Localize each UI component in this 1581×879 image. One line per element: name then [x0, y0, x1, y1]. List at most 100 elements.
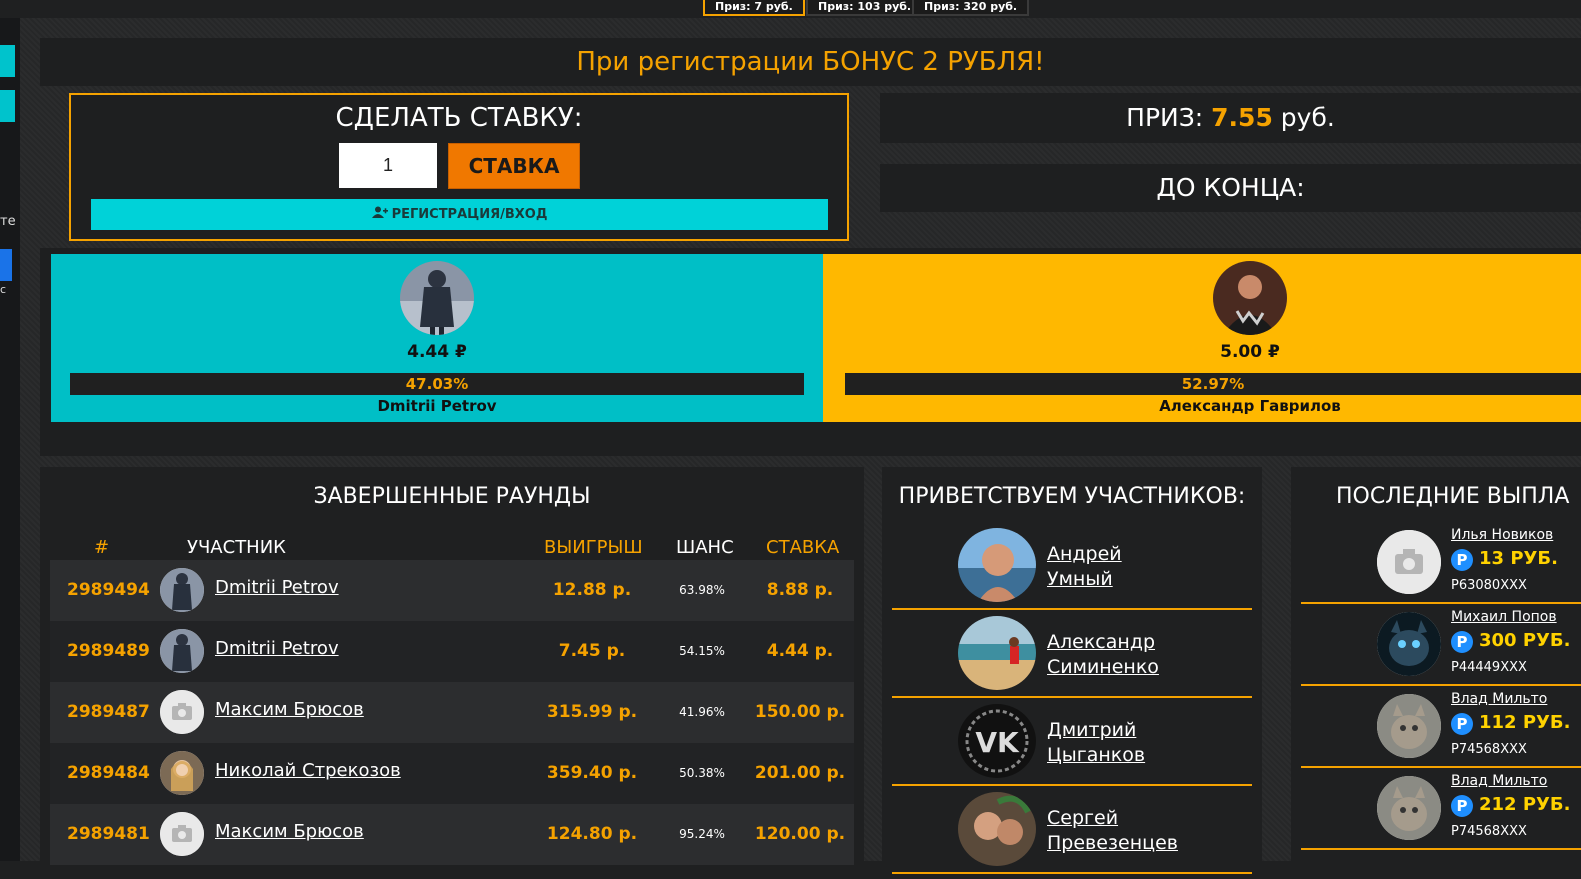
round-win: 12.88 р. — [552, 580, 632, 600]
round-chance: 50.38% — [679, 766, 725, 780]
table-row: 2989494 Dmitrii Petrov 12.88 р. 63.98% 8… — [50, 560, 854, 621]
prize-chip-1[interactable]: Приз: 7 руб. — [703, 0, 805, 16]
col-header-win: ВЫИГРЫШ — [544, 537, 643, 558]
list-item: Михаил Попов P 300 РУБ. P44449XXX — [1301, 604, 1581, 686]
bet-panel: СДЕЛАТЬ СТАВКУ: СТАВКА РЕГИСТРАЦИЯ/ВХОД — [69, 93, 849, 241]
table-row: 2989481 Максим Брюсов 124.80 р. 95.24% 1… — [50, 804, 854, 865]
prize-display: ПРИЗ: 7.55 руб. — [880, 93, 1581, 143]
payout-amount: 13 РУБ. — [1479, 548, 1558, 569]
round-id[interactable]: 2989494 — [67, 580, 150, 600]
payout-amount: 112 РУБ. — [1479, 712, 1571, 733]
completed-rounds-title: ЗАВЕРШЕННЫЕ РАУНДЫ — [313, 484, 591, 509]
round-win: 7.45 р. — [558, 641, 626, 661]
top-prize-strip: Приз: 7 руб. Приз: 103 руб. Приз: 320 ру… — [0, 0, 1581, 18]
participant-avatar — [160, 568, 204, 612]
round-win: 124.80 р. — [546, 824, 638, 844]
round-id[interactable]: 2989481 — [67, 824, 150, 844]
prize-amount: 7.55 — [1211, 103, 1273, 132]
payout-user-link[interactable]: Влад Мильто — [1451, 691, 1547, 707]
participant-name-link[interactable]: Максим Брюсов — [215, 699, 364, 720]
round-id[interactable]: 2989489 — [67, 641, 150, 661]
participant-name-link[interactable]: Сергей Превезенцев — [1047, 806, 1178, 856]
sidebar-blue-button[interactable] — [0, 249, 12, 281]
participant-name-link[interactable]: Максим Брюсов — [215, 821, 364, 842]
payout-account: P44449XXX — [1451, 660, 1527, 675]
list-item: VK Дмитрий Цыганков — [892, 698, 1252, 786]
list-item: Илья Новиков P 13 РУБ. P63080XXX — [1301, 522, 1581, 604]
col-header-id: # — [94, 537, 110, 558]
participant-avatar: VK — [958, 704, 1036, 778]
round-chance: 41.96% — [679, 705, 725, 719]
participant-name-link[interactable]: Александр Симиненко — [1047, 630, 1159, 680]
player-bet-amount: 4.44 ₽ — [407, 342, 467, 362]
payout-user-link[interactable]: Михаил Попов — [1451, 609, 1557, 625]
round-bet: 150.00 р. — [754, 702, 846, 722]
payout-amount: 300 РУБ. — [1479, 630, 1571, 651]
camera-icon — [1377, 530, 1441, 594]
col-header-participant: УЧАСТНИК — [187, 537, 286, 558]
payouts-title: ПОСЛЕДНИЕ ВЫПЛА — [1336, 484, 1570, 509]
bet-amount-input[interactable] — [339, 143, 437, 188]
player-chance-bar: 52.97% — [845, 373, 1581, 395]
ruble-icon: P — [1451, 631, 1473, 653]
player-name: Александр Гаврилов — [1159, 397, 1341, 415]
prize-chip-3[interactable]: Приз: 320 руб. — [912, 0, 1030, 16]
player-avatar — [400, 261, 474, 335]
ruble-icon: P — [1451, 713, 1473, 735]
payout-amount: 212 РУБ. — [1479, 794, 1571, 815]
welcome-participants-panel: ПРИВЕТСТВУЕМ УЧАСТНИКОВ: Андрей Умный Але… — [882, 467, 1262, 879]
register-login-label: РЕГИСТРАЦИЯ/ВХОД — [391, 207, 548, 222]
sidebar-tile[interactable] — [0, 90, 15, 122]
round-bet: 201.00 р. — [754, 763, 846, 783]
participant-name-link[interactable]: Андрей Умный — [1047, 542, 1122, 592]
participant-avatar — [958, 616, 1036, 690]
countdown-display: ДО КОНЦА: — [880, 164, 1581, 212]
camera-icon — [160, 690, 204, 734]
payout-account: P63080XXX — [1451, 578, 1527, 593]
participant-avatar — [958, 792, 1036, 866]
participant-avatar — [160, 751, 204, 795]
table-row: 2989489 Dmitrii Petrov 7.45 р. 54.15% 4.… — [50, 621, 854, 682]
table-row: 2989484 Николай Стрекозов 359.40 р. 50.3… — [50, 743, 854, 804]
round-chance: 95.24% — [679, 827, 725, 841]
place-bet-button[interactable]: СТАВКА — [448, 143, 580, 189]
participant-name-link[interactable]: Dmitrii Petrov — [215, 577, 339, 598]
participant-name-link[interactable]: Dmitrii Petrov — [215, 638, 339, 659]
prize-currency: руб. — [1280, 103, 1335, 132]
recent-payouts-panel: ПОСЛЕДНИЕ ВЫПЛА Илья Новиков P 13 РУБ. P… — [1291, 467, 1581, 879]
payout-user-link[interactable]: Влад Мильто — [1451, 773, 1547, 789]
participant-name-link[interactable]: Дмитрий Цыганков — [1047, 718, 1145, 768]
round-chance: 63.98% — [679, 583, 725, 597]
sidebar-tile[interactable] — [0, 45, 15, 77]
table-row: 2989487 Максим Брюсов 315.99 р. 41.96% 1… — [50, 682, 854, 743]
player-bet-amount: 5.00 ₽ — [1220, 342, 1280, 362]
sidebar-text: те — [0, 214, 16, 229]
prize-chip-2[interactable]: Приз: 103 руб. — [806, 0, 924, 16]
bet-title: СДЕЛАТЬ СТАВКУ: — [335, 103, 583, 133]
participant-name-link[interactable]: Николай Стрекозов — [215, 760, 401, 781]
round-id[interactable]: 2989484 — [67, 763, 150, 783]
camera-icon — [160, 812, 204, 856]
round-bet: 4.44 р. — [766, 641, 834, 661]
list-item: Влад Мильто P 212 РУБ. P74568XXX — [1301, 768, 1581, 850]
list-item: Александр Симиненко — [892, 610, 1252, 698]
player-card: 4.44 ₽ 47.03% Dmitrii Petrov — [51, 254, 823, 422]
register-login-button[interactable]: РЕГИСТРАЦИЯ/ВХОД — [91, 199, 828, 230]
player-name: Dmitrii Petrov — [377, 397, 497, 415]
player-chance-bar: 47.03% — [70, 373, 804, 395]
ruble-icon: P — [1451, 549, 1473, 571]
payout-account: P74568XXX — [1451, 824, 1527, 839]
round-id[interactable]: 2989487 — [67, 702, 150, 722]
round-bet: 120.00 р. — [754, 824, 846, 844]
round-chance: 54.15% — [679, 644, 725, 658]
welcome-title: ПРИВЕТСТВУЕМ УЧАСТНИКОВ: — [898, 484, 1246, 509]
list-item: Андрей Умный — [892, 522, 1252, 610]
col-header-bet: СТАВКА — [766, 537, 840, 558]
bonus-banner: При регистрации БОНУС 2 РУБЛЯ! — [40, 38, 1581, 86]
payout-user-link[interactable]: Илья Новиков — [1451, 527, 1553, 543]
payout-avatar — [1377, 694, 1441, 758]
add-user-icon — [371, 199, 388, 230]
countdown-label: ДО КОНЦА: — [1156, 173, 1305, 202]
player-avatar — [1213, 261, 1287, 335]
payout-avatar — [1377, 612, 1441, 676]
